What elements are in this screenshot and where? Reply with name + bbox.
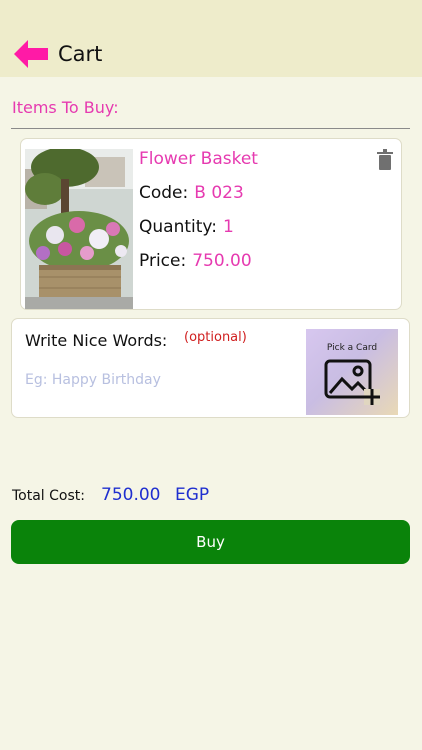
flower-basket-photo [25, 149, 133, 309]
pick-card-label: Pick a Card [326, 343, 378, 353]
cart-item-card: Flower Basket Code: B 023 Quantity: 1 Pric… [20, 138, 402, 310]
pick-card-button[interactable]: Pick a Card [306, 329, 398, 415]
buy-button[interactable]: Buy [11, 520, 410, 564]
back-arrow-icon[interactable] [14, 40, 48, 68]
item-quantity-label: Quantity: [139, 217, 217, 237]
trash-icon[interactable] [376, 149, 394, 171]
optional-tag: (optional) [184, 330, 247, 345]
top-bar: Cart [0, 0, 422, 77]
item-code-label: Code: [139, 183, 189, 203]
nice-words-card: Write Nice Words: (optional) Pick a Card [11, 318, 410, 418]
item-quantity-row: Quantity: 1 [139, 217, 234, 237]
item-quantity-value: 1 [222, 217, 234, 237]
item-name: Flower Basket [139, 149, 258, 169]
item-code-row: Code: B 023 [139, 183, 244, 203]
add-image-icon [324, 359, 380, 405]
item-code-value: B 023 [194, 183, 244, 203]
total-cost-value: 750.00 [101, 485, 161, 505]
item-price-row: Price: 750.00 [139, 251, 252, 271]
total-currency: EGP [175, 485, 210, 505]
section-divider [11, 128, 410, 129]
item-price-label: Price: [139, 251, 187, 271]
items-section-title: Items To Buy: [12, 98, 119, 117]
nice-words-label: Write Nice Words: [25, 331, 168, 350]
nice-words-input[interactable] [25, 367, 295, 393]
item-price-value: 750.00 [192, 251, 252, 271]
total-cost-label: Total Cost: [12, 488, 85, 504]
page-title: Cart [58, 42, 103, 66]
